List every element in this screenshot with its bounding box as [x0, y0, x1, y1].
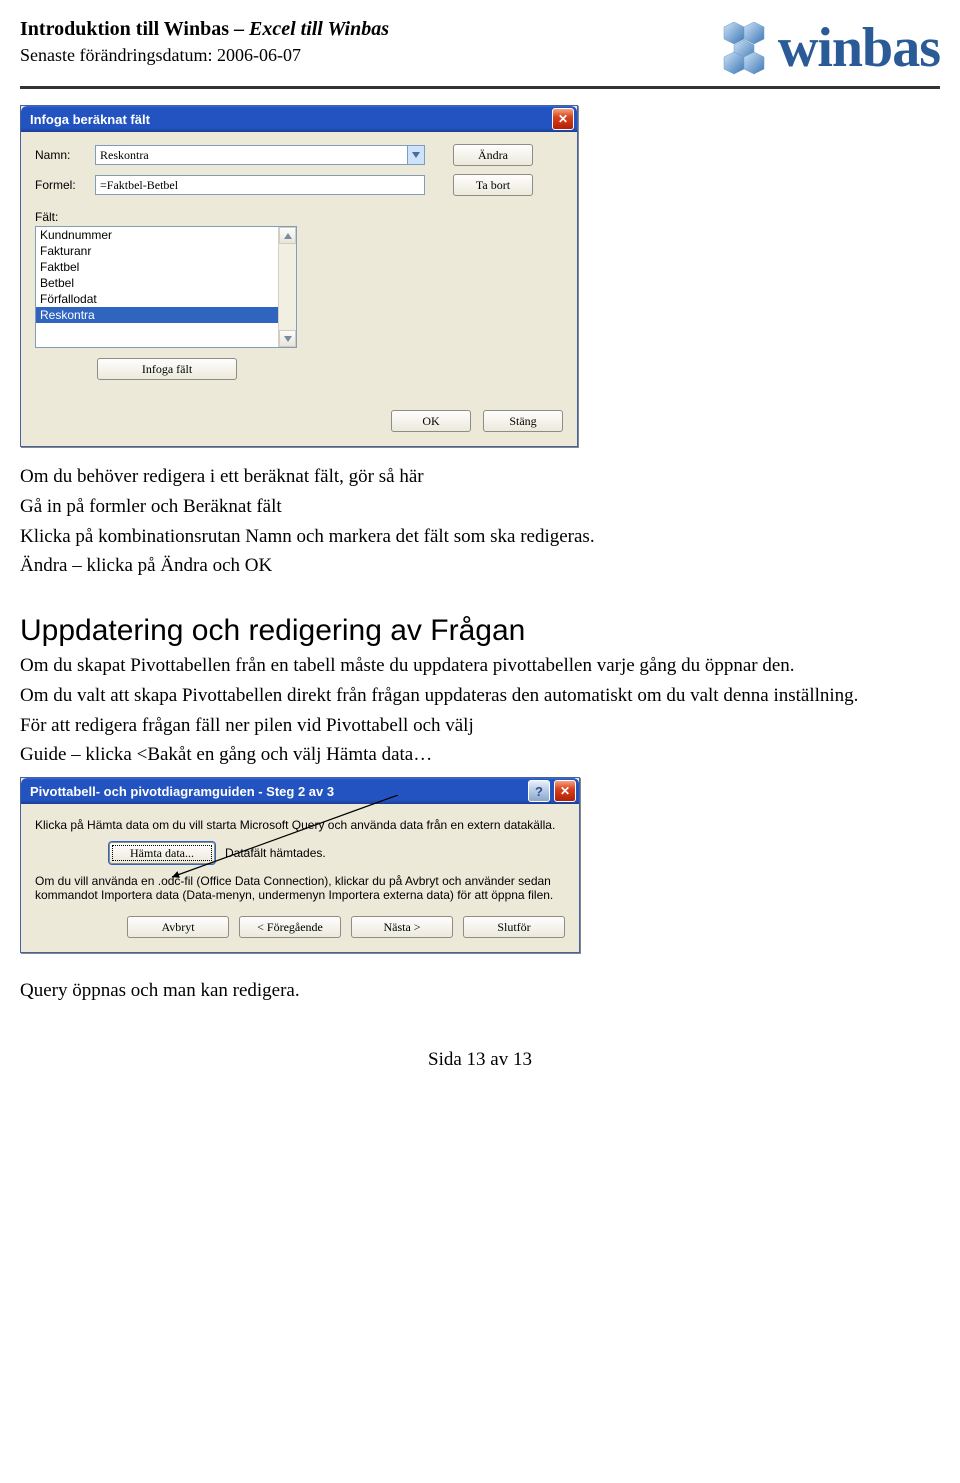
change-date: Senaste förändringsdatum: 2006-06-07 — [20, 44, 389, 67]
fields-listbox[interactable]: Kundnummer Fakturanr Faktbel Betbel Förf… — [35, 226, 297, 348]
delete-button[interactable]: Ta bort — [453, 174, 533, 196]
header-rule — [20, 86, 940, 89]
change-button[interactable]: Ändra — [453, 144, 533, 166]
fetch-data-button[interactable]: Hämta data... — [109, 842, 215, 864]
fields-label: Fält: — [35, 210, 563, 224]
titlebar-text: Pivottabell- och pivotdiagramguiden - St… — [24, 784, 528, 799]
paragraph: Ändra – klicka på Ändra och OK — [20, 554, 940, 578]
list-item[interactable]: Kundnummer — [36, 227, 296, 243]
help-icon[interactable]: ? — [528, 780, 550, 802]
paragraph: Klicka på kombinationsrutan Namn och mar… — [20, 525, 940, 549]
page-title: Introduktion till Winbas – Excel till Wi… — [20, 16, 389, 42]
dialog-paragraph: Om du vill använda en .odc-fil (Office D… — [35, 874, 565, 902]
titlebar[interactable]: Infoga beräknat fält ✕ — [21, 106, 577, 132]
scroll-up-icon[interactable] — [279, 227, 296, 244]
scrollbar[interactable] — [278, 227, 296, 347]
close-icon[interactable]: ✕ — [554, 780, 576, 802]
next-button[interactable]: Nästa > — [351, 916, 453, 938]
dialog-pivot-wizard: Pivottabell- och pivotdiagramguiden - St… — [20, 777, 580, 953]
page-footer: Sida 13 av 13 — [20, 1049, 940, 1071]
paragraph: Om du valt att skapa Pivottabellen direk… — [20, 684, 940, 708]
formula-input[interactable] — [95, 175, 425, 195]
titlebar-text: Infoga beräknat fält — [24, 112, 552, 127]
dialog-insert-calculated-field: Infoga beräknat fält ✕ Namn: Ändra Forme… — [20, 105, 578, 447]
logo: winbas — [714, 16, 940, 80]
formula-label: Formel: — [35, 178, 85, 192]
list-item[interactable]: Faktbel — [36, 259, 296, 275]
close-icon[interactable]: ✕ — [552, 108, 574, 130]
title-bold: Introduktion till Winbas – — [20, 18, 249, 40]
dialog-paragraph: Klicka på Hämta data om du vill starta M… — [35, 818, 565, 832]
insert-field-button[interactable]: Infoga fält — [97, 358, 237, 380]
paragraph: Guide – klicka <Bakåt en gång och välj H… — [20, 743, 940, 767]
section-heading: Uppdatering och redigering av Frågan — [20, 614, 940, 648]
paragraph: Query öppnas och man kan redigera. — [20, 979, 940, 1003]
name-input[interactable] — [95, 145, 407, 165]
fetch-status: Datafält hämtades. — [225, 846, 326, 860]
paragraph: För att redigera frågan fäll ner pilen v… — [20, 714, 940, 738]
close-button[interactable]: Stäng — [483, 410, 563, 432]
finish-button[interactable]: Slutför — [463, 916, 565, 938]
name-combobox[interactable] — [95, 145, 425, 165]
name-label: Namn: — [35, 148, 85, 162]
logo-icon — [714, 18, 774, 78]
previous-button[interactable]: < Föregående — [239, 916, 341, 938]
list-item[interactable]: Förfallodat — [36, 291, 296, 307]
cancel-button[interactable]: Avbryt — [127, 916, 229, 938]
ok-button[interactable]: OK — [391, 410, 471, 432]
title-italic: Excel till Winbas — [249, 18, 389, 40]
paragraph: Om du behöver redigera i ett beräknat fä… — [20, 465, 940, 489]
paragraph: Gå in på formler och Beräknat fält — [20, 495, 940, 519]
list-item[interactable]: Fakturanr — [36, 243, 296, 259]
list-item[interactable]: Betbel — [36, 275, 296, 291]
scroll-down-icon[interactable] — [279, 330, 296, 347]
titlebar[interactable]: Pivottabell- och pivotdiagramguiden - St… — [21, 778, 579, 804]
paragraph: Om du skapat Pivottabellen från en tabel… — [20, 654, 940, 678]
logo-text: winbas — [778, 16, 940, 80]
chevron-down-icon[interactable] — [407, 145, 425, 165]
list-item-selected[interactable]: Reskontra — [36, 307, 296, 323]
